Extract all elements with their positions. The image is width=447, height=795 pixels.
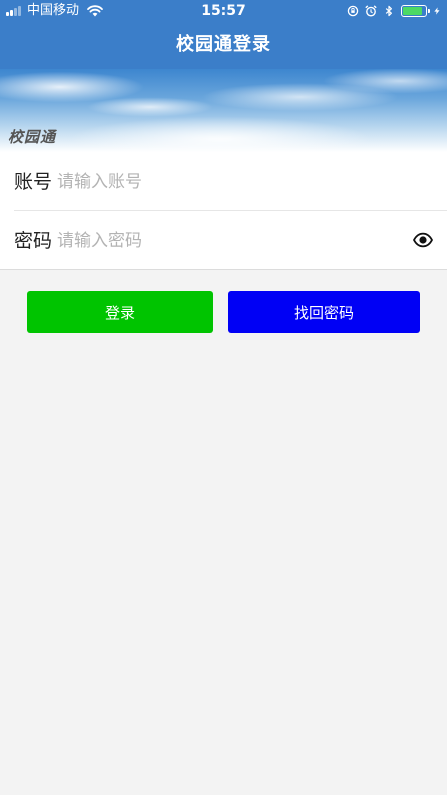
banner-image: 校园通: [0, 69, 447, 152]
status-right-icons: [347, 3, 441, 19]
alarm-icon: [365, 5, 377, 17]
eye-icon[interactable]: [413, 231, 433, 249]
charging-icon: [434, 7, 440, 15]
account-row: 账号: [0, 152, 447, 211]
page-title: 校园通登录: [176, 34, 271, 55]
top-header: 中国移动 15:57 校园通登录: [0, 0, 447, 69]
password-label: 密码: [14, 230, 53, 252]
banner-logo: 校园通: [8, 128, 57, 146]
password-row: 密码: [0, 211, 447, 270]
status-bar: 中国移动 15:57: [0, 0, 447, 22]
login-form: 账号 密码: [0, 152, 447, 270]
account-input[interactable]: [57, 168, 387, 196]
battery-icon: [401, 5, 430, 17]
account-label: 账号: [14, 171, 53, 193]
bluetooth-icon: [385, 5, 392, 17]
login-button[interactable]: 登录: [27, 291, 213, 333]
recover-password-button[interactable]: 找回密码: [228, 291, 420, 333]
battery-level: [403, 7, 422, 15]
orientation-lock-icon: [347, 5, 359, 17]
password-input[interactable]: [57, 227, 387, 255]
